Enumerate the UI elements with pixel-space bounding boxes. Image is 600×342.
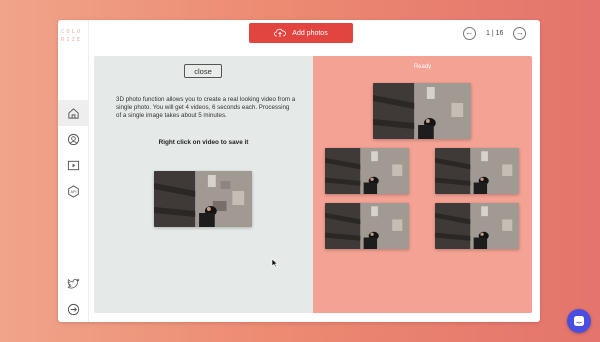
home-icon	[67, 107, 79, 119]
arrow-right-icon: →	[515, 28, 524, 37]
arrow-left-icon: ←	[465, 28, 474, 37]
save-hint: Right click on video to save it	[158, 139, 249, 146]
right-panel: Ready	[313, 56, 532, 313]
prev-page-button[interactable]: ←	[463, 26, 476, 40]
video-thumbnail	[325, 203, 409, 249]
sidebar-item-home[interactable]	[58, 100, 88, 126]
colorize-logo[interactable]: COLO RIZE	[58, 20, 88, 48]
photo-thumbnail	[154, 171, 252, 227]
result-video-3[interactable]	[325, 203, 409, 249]
left-panel: close 3D photo function allows you to cr…	[94, 56, 313, 313]
sidebar: API	[58, 100, 88, 204]
chat-icon	[574, 316, 584, 326]
add-photos-button[interactable]: Add photos	[249, 23, 353, 43]
sidebar-divider	[88, 20, 89, 322]
video-thumbnail	[373, 83, 471, 139]
result-video-1[interactable]	[325, 148, 409, 194]
logout-icon	[67, 303, 79, 315]
api-icon: API	[67, 184, 79, 198]
logo-line-1: COLO	[61, 29, 83, 35]
video-icon	[67, 160, 79, 170]
video-thumbnail	[435, 203, 519, 249]
app-window: COLO RIZE Add photos ← 1 | 16 → API clos…	[58, 20, 540, 322]
sidebar-item-twitter[interactable]	[58, 270, 88, 296]
status-text: Ready	[413, 64, 432, 70]
close-button[interactable]: close	[184, 64, 222, 78]
sidebar-item-video[interactable]	[58, 152, 88, 178]
pager: ← 1 | 16 →	[463, 25, 527, 41]
video-thumbnail	[435, 148, 519, 194]
result-video-2[interactable]	[435, 148, 519, 194]
source-photo[interactable]	[154, 171, 252, 227]
twitter-icon	[67, 278, 79, 288]
cloud-upload-icon	[274, 28, 287, 37]
result-video-main[interactable]	[373, 83, 471, 139]
result-video-4[interactable]	[435, 203, 519, 249]
sidebar-item-face[interactable]	[58, 126, 88, 152]
chat-launcher-button[interactable]	[567, 309, 591, 333]
video-thumbnail	[325, 148, 409, 194]
api-label: API	[70, 189, 76, 193]
sidebar-item-api[interactable]: API	[58, 178, 88, 204]
page-indicator: 1 | 16	[486, 29, 504, 37]
logo-line-2: RIZE	[61, 37, 83, 43]
add-photos-label: Add photos	[292, 29, 328, 37]
mouse-cursor-icon	[271, 258, 279, 268]
face-icon	[67, 133, 79, 145]
next-page-button[interactable]: →	[513, 26, 527, 40]
sidebar-item-logout[interactable]	[58, 296, 88, 322]
description-text: 3D photo function allows you to create a…	[116, 96, 296, 119]
